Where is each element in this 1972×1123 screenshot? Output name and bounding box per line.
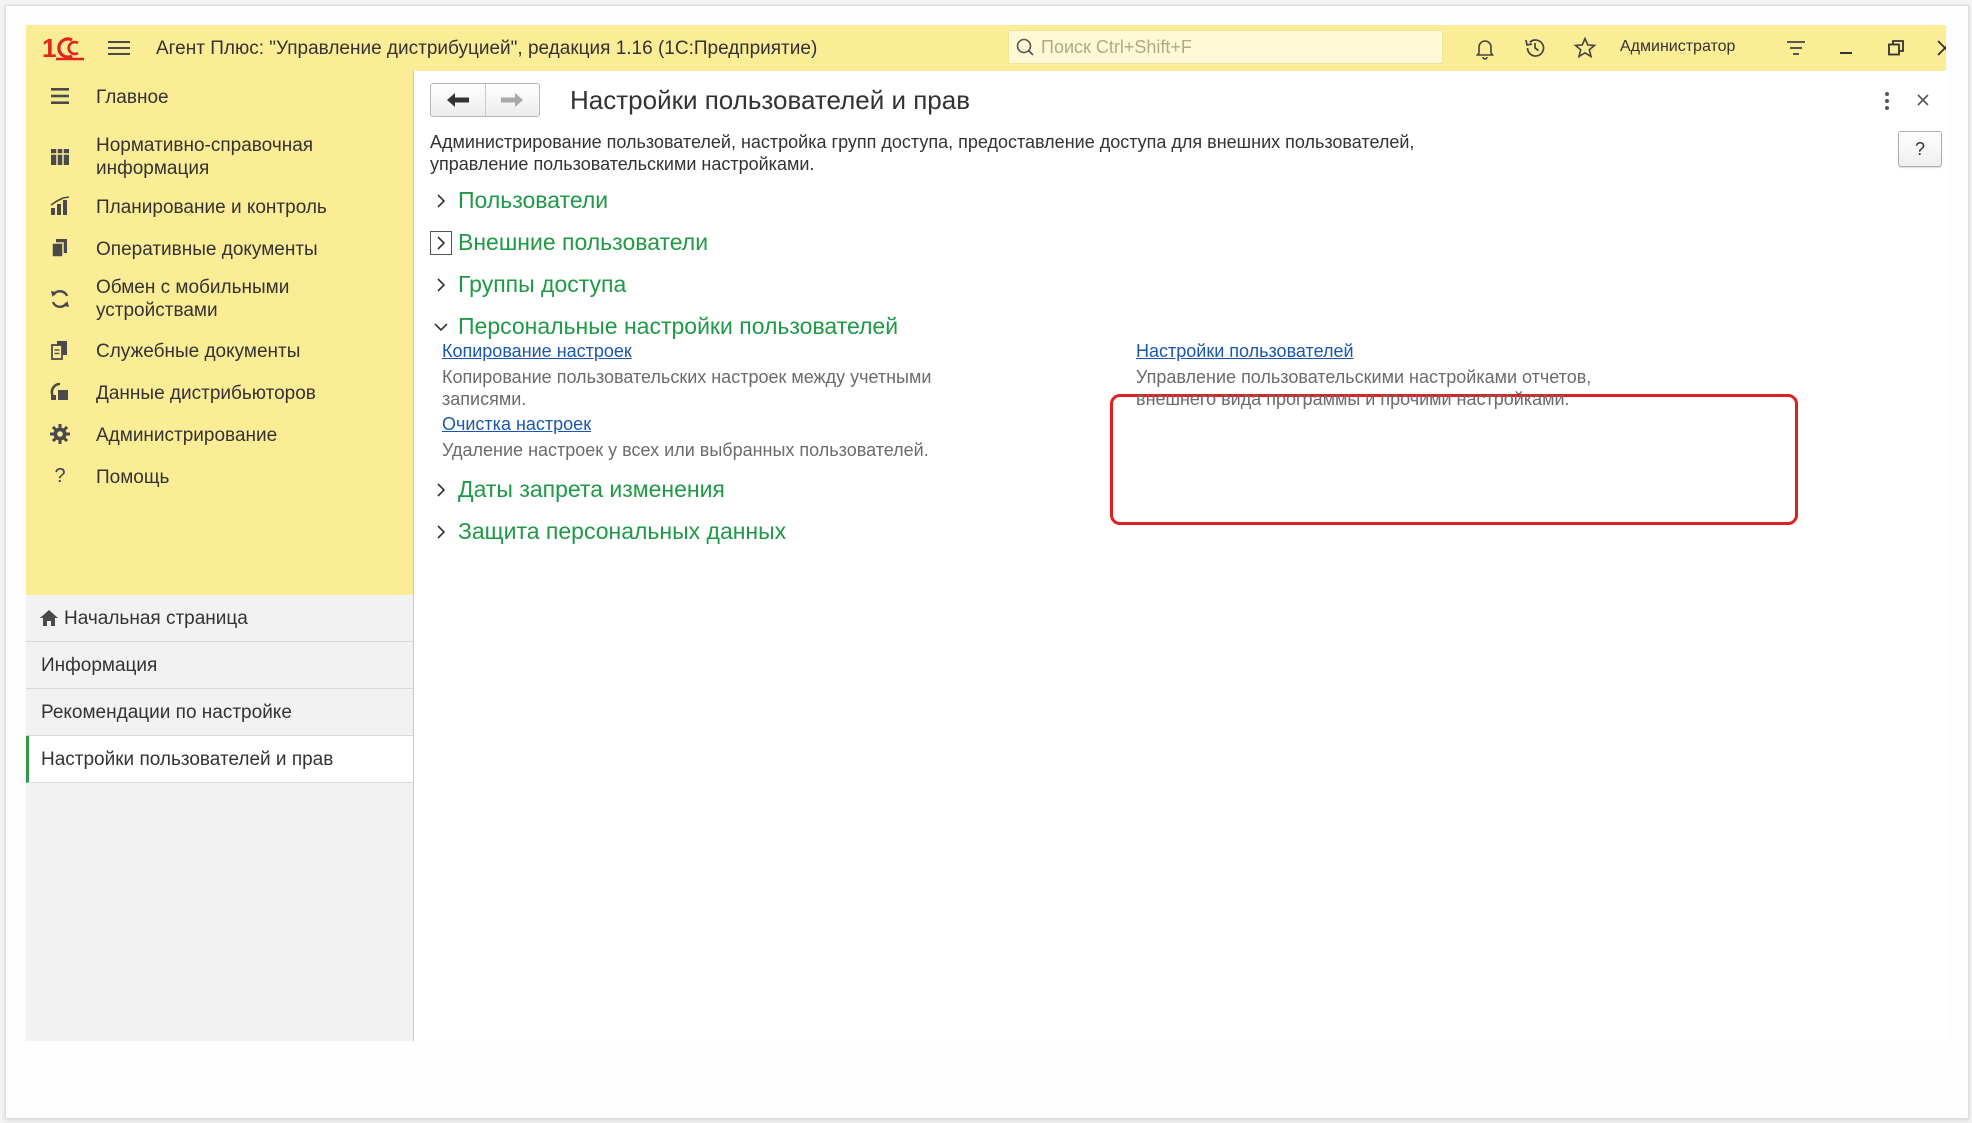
close-form-icon[interactable] bbox=[1912, 89, 1934, 111]
open-window-label: Рекомендации по настройке bbox=[41, 702, 292, 723]
chevron-right-icon bbox=[430, 230, 452, 255]
arrow-right-icon bbox=[501, 93, 524, 107]
app-title: Агент Плюс: "Управление дистрибуцией", р… bbox=[156, 38, 818, 59]
star-icon[interactable] bbox=[1573, 36, 1597, 60]
sidebar-item-reference-info[interactable]: Нормативно-справочная информация bbox=[26, 131, 414, 181]
sidebar-item-help[interactable]: ? Помощь bbox=[26, 461, 414, 491]
distributor-icon bbox=[50, 382, 68, 400]
documents-icon bbox=[51, 239, 67, 258]
bar-chart-icon bbox=[50, 196, 70, 215]
section-title: Даты запрета изменения bbox=[458, 476, 725, 502]
close-window-icon[interactable] bbox=[1933, 36, 1946, 60]
svg-text:1: 1 bbox=[42, 33, 56, 63]
settings-menu-icon[interactable] bbox=[1784, 36, 1808, 60]
sidebar-item-label: Помощь bbox=[96, 467, 170, 488]
open-window-recommendations[interactable]: Рекомендации по настройке bbox=[26, 689, 413, 736]
highlight-box bbox=[1110, 394, 1798, 525]
page-description: Администрирование пользователей, настрой… bbox=[430, 132, 1415, 174]
app-window: 1 Агент Плюс: "Управление дистрибуцией",… bbox=[26, 25, 1946, 1041]
section-personal-data-protection[interactable]: Защита персональных данных bbox=[430, 518, 786, 545]
sidebar-item-label: Главное bbox=[96, 87, 169, 108]
sidebar-item-label: Планирование и контроль bbox=[96, 197, 327, 218]
arrow-left-icon bbox=[446, 93, 469, 107]
chevron-right-icon bbox=[430, 274, 452, 296]
section-external-users[interactable]: Внешние пользователи bbox=[430, 229, 708, 256]
section-access-groups[interactable]: Группы доступа bbox=[430, 271, 626, 298]
sidebar-item-distributor-data[interactable]: Данные дистрибьюторов bbox=[26, 377, 414, 407]
open-window-label: Информация bbox=[41, 655, 158, 676]
copy-settings-link[interactable]: Копирование настроек bbox=[442, 341, 632, 362]
sidebar-item-main[interactable]: Главное bbox=[26, 81, 414, 111]
restore-icon[interactable] bbox=[1884, 36, 1908, 60]
sections-panel: Главное Нормативно-справочная информация… bbox=[26, 71, 414, 595]
user-settings-description: Управление пользовательскими настройками… bbox=[1136, 367, 1592, 409]
sidebar-item-service-docs[interactable]: Служебные документы bbox=[26, 335, 414, 365]
section-title: Персональные настройки пользователей bbox=[458, 313, 899, 339]
history-icon[interactable] bbox=[1523, 36, 1547, 60]
open-window-user-rights-settings[interactable]: Настройки пользователей и прав bbox=[26, 736, 413, 783]
copy-settings-description: Копирование пользовательских настроек ме… bbox=[442, 367, 932, 409]
question-icon: ? bbox=[54, 465, 66, 487]
clear-settings-description: Удаление настроек у всех или выбранных п… bbox=[442, 440, 929, 460]
service-documents-icon bbox=[51, 341, 67, 360]
chevron-right-icon bbox=[430, 190, 452, 212]
chevron-right-icon bbox=[430, 521, 452, 543]
sidebar-item-label: Администрирование bbox=[96, 425, 278, 446]
back-button[interactable] bbox=[431, 84, 485, 116]
clear-settings-link[interactable]: Очистка настроек bbox=[442, 414, 591, 435]
home-icon bbox=[40, 610, 58, 626]
section-title: Внешние пользователи bbox=[458, 229, 709, 255]
sidebar-item-operational-docs[interactable]: Оперативные документы bbox=[26, 233, 414, 263]
sidebar-item-label: Обмен с мобильными устройствами bbox=[96, 277, 290, 321]
search-input[interactable] bbox=[1039, 35, 1423, 59]
section-title: Группы доступа bbox=[458, 271, 627, 297]
main-content: Настройки пользователей и прав Администр… bbox=[414, 71, 1946, 1041]
section-personal-settings[interactable]: Персональные настройки пользователей bbox=[430, 313, 898, 340]
sidebar-item-label: Оперативные документы bbox=[96, 239, 318, 260]
title-bar: 1 Агент Плюс: "Управление дистрибуцией",… bbox=[26, 25, 1946, 71]
main-menu-icon[interactable] bbox=[108, 37, 130, 59]
page-title: Настройки пользователей и прав bbox=[570, 85, 971, 115]
help-button[interactable]: ? bbox=[1898, 131, 1942, 167]
sidebar-item-planning[interactable]: Планирование и контроль bbox=[26, 191, 414, 221]
chevron-down-icon bbox=[430, 316, 452, 338]
grid-icon bbox=[51, 149, 69, 165]
section-change-prohibition-dates[interactable]: Даты запрета изменения bbox=[430, 476, 725, 503]
gear-icon bbox=[50, 424, 70, 444]
user-settings-link[interactable]: Настройки пользователей bbox=[1136, 341, 1354, 362]
sidebar-item-label: Нормативно-справочная информация bbox=[96, 135, 314, 179]
forward-button[interactable] bbox=[484, 84, 540, 116]
open-window-information[interactable]: Информация bbox=[26, 642, 413, 689]
open-windows-panel: Начальная страница Информация Рекомендац… bbox=[26, 595, 414, 1041]
menu-lines-icon bbox=[51, 88, 69, 104]
sync-icon bbox=[51, 290, 69, 308]
section-users[interactable]: Пользователи bbox=[430, 187, 608, 214]
section-title: Защита персональных данных bbox=[458, 518, 787, 544]
search-icon bbox=[1016, 38, 1034, 56]
bell-icon[interactable] bbox=[1473, 36, 1497, 60]
sidebar-item-administration[interactable]: Администрирование bbox=[26, 419, 414, 449]
more-actions-icon[interactable] bbox=[1882, 89, 1892, 113]
open-window-home[interactable]: Начальная страница bbox=[26, 595, 413, 642]
sidebar-item-mobile-exchange[interactable]: Обмен с мобильными устройствами bbox=[26, 273, 414, 323]
history-navigation bbox=[430, 83, 540, 117]
search-box[interactable] bbox=[1008, 30, 1443, 64]
open-window-label: Настройки пользователей и прав bbox=[41, 749, 334, 770]
user-name[interactable]: Администратор bbox=[1620, 38, 1735, 56]
1c-logo-icon[interactable]: 1 bbox=[42, 33, 86, 63]
minimize-icon[interactable] bbox=[1834, 36, 1858, 60]
sidebar-item-label: Служебные документы bbox=[96, 341, 301, 362]
chevron-right-icon bbox=[430, 479, 452, 501]
sidebar-item-label: Данные дистрибьюторов bbox=[96, 383, 316, 404]
section-title: Пользователи bbox=[458, 187, 609, 213]
open-window-label: Начальная страница bbox=[64, 608, 248, 629]
